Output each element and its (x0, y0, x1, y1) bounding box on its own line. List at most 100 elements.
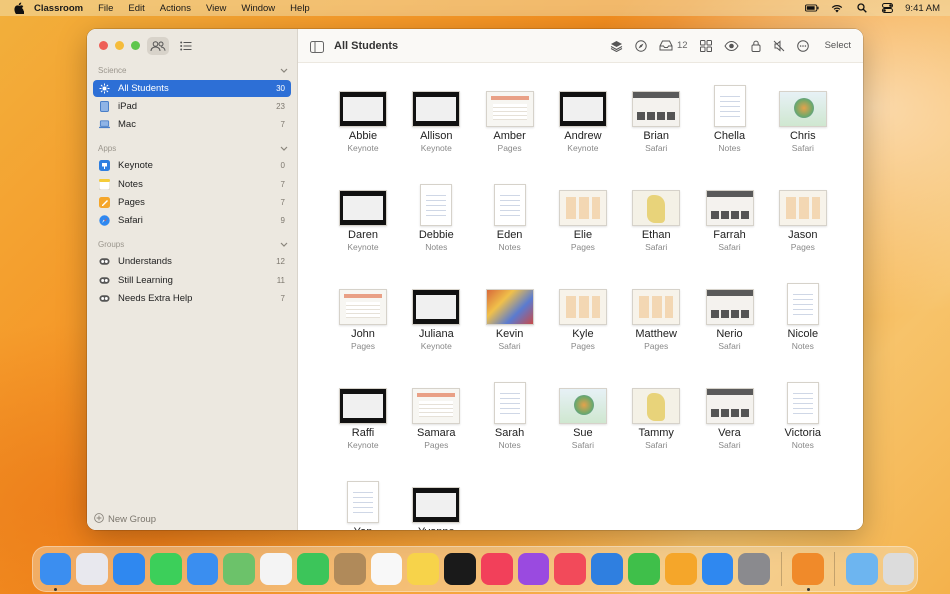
navigate-compass-icon[interactable] (635, 38, 647, 54)
dock-numbers-icon[interactable] (628, 553, 660, 585)
mute-icon[interactable] (773, 38, 785, 54)
student-tile[interactable]: Raffi Keynote (328, 380, 398, 450)
spotlight-search-icon[interactable] (855, 3, 869, 13)
student-tile[interactable]: Sue Safari (548, 380, 618, 450)
dock-downloads-folder-icon[interactable] (845, 553, 878, 585)
zoom-button[interactable] (131, 41, 140, 50)
student-tile[interactable]: Victoria Notes (768, 380, 838, 450)
wifi-icon[interactable] (830, 3, 844, 13)
sidebar-item-safari[interactable]: Safari 9 (93, 212, 291, 229)
sidebar-item-needs-extra-help[interactable]: Needs Extra Help 7 (93, 290, 291, 307)
sidebar-item-label: All Students (118, 83, 169, 94)
student-tile[interactable]: Abbie Keynote (328, 83, 398, 153)
dock-keynote-icon[interactable] (591, 553, 623, 585)
student-tile[interactable]: Farrah Safari (695, 182, 765, 252)
student-tile[interactable]: Vera Safari (695, 380, 765, 450)
grid-view-icon[interactable] (699, 38, 712, 54)
sidebar-item-understands[interactable]: Understands 12 (93, 253, 291, 270)
student-tile[interactable]: Sarah Notes (475, 380, 545, 450)
dock-contacts-icon[interactable] (333, 553, 366, 585)
student-tile[interactable]: Chella Notes (695, 83, 765, 153)
control-center-icon[interactable] (880, 3, 894, 13)
student-tile[interactable]: Debbie Notes (401, 182, 471, 252)
student-tile[interactable]: Elie Pages (548, 182, 618, 252)
dock-classroom-icon[interactable] (792, 553, 824, 591)
student-tile[interactable]: Samara Pages (401, 380, 471, 450)
sidebar-item-pages[interactable]: Pages 7 (93, 194, 291, 211)
menu-clock[interactable]: 9:41 AM (905, 3, 940, 14)
minimize-button[interactable] (115, 41, 124, 50)
student-tile[interactable]: Kyle Pages (548, 281, 618, 351)
sidebar-item-still-learning[interactable]: Still Learning 11 (93, 272, 291, 289)
student-tile[interactable]: Andrew Keynote (548, 83, 618, 153)
list-view-button[interactable] (175, 37, 197, 55)
menu-file[interactable]: File (98, 3, 113, 14)
dock-podcasts-icon[interactable] (517, 553, 550, 585)
chevron-down-icon[interactable] (280, 240, 288, 249)
student-tile[interactable]: Ethan Safari (621, 182, 691, 252)
menu-edit[interactable]: Edit (128, 3, 144, 14)
student-name: Jason (788, 229, 818, 241)
student-tile[interactable]: Kevin Safari (475, 281, 545, 351)
student-tile[interactable]: Daren Keynote (328, 182, 398, 252)
battery-icon[interactable] (805, 3, 819, 13)
menu-actions[interactable]: Actions (160, 3, 191, 14)
sidebar-item-all-students[interactable]: All Students 30 (93, 80, 291, 97)
dock-news-icon[interactable] (554, 553, 587, 585)
dock-messages-icon[interactable] (149, 553, 182, 585)
dock-maps-icon[interactable] (223, 553, 256, 585)
lock-icon[interactable] (751, 38, 761, 54)
sidebar-item-keynote[interactable]: Keynote 0 (93, 157, 291, 174)
student-tile[interactable]: John Pages (328, 281, 398, 351)
student-tile[interactable]: Amber Pages (475, 83, 545, 153)
student-tile[interactable]: Jason Pages (768, 182, 838, 252)
dock-facetime-icon[interactable] (296, 553, 329, 585)
select-button[interactable]: Select (821, 38, 855, 54)
student-tile[interactable]: Tammy Safari (621, 380, 691, 450)
student-tile[interactable]: Eden Notes (475, 182, 545, 252)
student-tile[interactable]: Juliana Keynote (401, 281, 471, 351)
student-tile[interactable]: YvonneKeynote (401, 479, 471, 530)
new-group-button[interactable]: New Group (94, 513, 156, 526)
menu-help[interactable]: Help (290, 3, 310, 14)
sidebar-item-mac[interactable]: Mac 7 (93, 116, 291, 133)
menu-view[interactable]: View (206, 3, 226, 14)
dock-system-settings-icon[interactable] (738, 553, 771, 585)
dock-reminders-icon[interactable] (370, 553, 403, 585)
menu-app-name[interactable]: Classroom (34, 3, 83, 14)
dock-app-store-icon[interactable] (701, 553, 734, 585)
student-tile[interactable]: Matthew Pages (621, 281, 691, 351)
student-tile[interactable]: Nerio Safari (695, 281, 765, 351)
view-screen-eye-icon[interactable] (724, 38, 739, 54)
chevron-down-icon[interactable] (280, 144, 288, 153)
sidebar-section-apps[interactable]: Apps (98, 144, 288, 153)
menu-window[interactable]: Window (241, 3, 275, 14)
inbox-button[interactable]: 12 (659, 38, 688, 54)
sidebar-section-science[interactable]: Science (98, 66, 288, 75)
close-button[interactable] (99, 41, 108, 50)
sidebar-item-ipad[interactable]: iPad 23 (93, 98, 291, 115)
layers-icon[interactable] (610, 38, 623, 54)
student-tile[interactable]: Nicole Notes (768, 281, 838, 351)
apple-menu-icon[interactable] (13, 2, 25, 14)
dock-finder-icon[interactable] (39, 553, 72, 591)
dock-notes-icon[interactable] (407, 553, 440, 585)
students-view-button[interactable] (147, 37, 169, 55)
dock-safari-icon[interactable] (113, 553, 145, 585)
dock-tv-icon[interactable] (444, 553, 476, 585)
dock-photos-icon[interactable] (260, 553, 292, 585)
dock-mail-icon[interactable] (186, 553, 219, 585)
student-tile[interactable]: Chris Safari (768, 83, 838, 153)
student-tile[interactable]: Allison Keynote (401, 83, 471, 153)
student-tile[interactable]: Brian Safari (621, 83, 691, 153)
sidebar-section-groups[interactable]: Groups (98, 240, 288, 249)
dock-music-icon[interactable] (480, 553, 513, 585)
dock-pages-icon[interactable] (664, 553, 697, 585)
dock-trash-icon[interactable] (882, 553, 915, 585)
more-options-icon[interactable] (796, 38, 809, 54)
student-tile[interactable]: YanNotes (328, 479, 398, 530)
chevron-down-icon[interactable] (280, 66, 288, 75)
dock-launchpad-icon[interactable] (76, 553, 109, 585)
sidebar-item-notes[interactable]: Notes 7 (93, 176, 291, 193)
sidebar-toggle-icon[interactable] (310, 40, 324, 53)
